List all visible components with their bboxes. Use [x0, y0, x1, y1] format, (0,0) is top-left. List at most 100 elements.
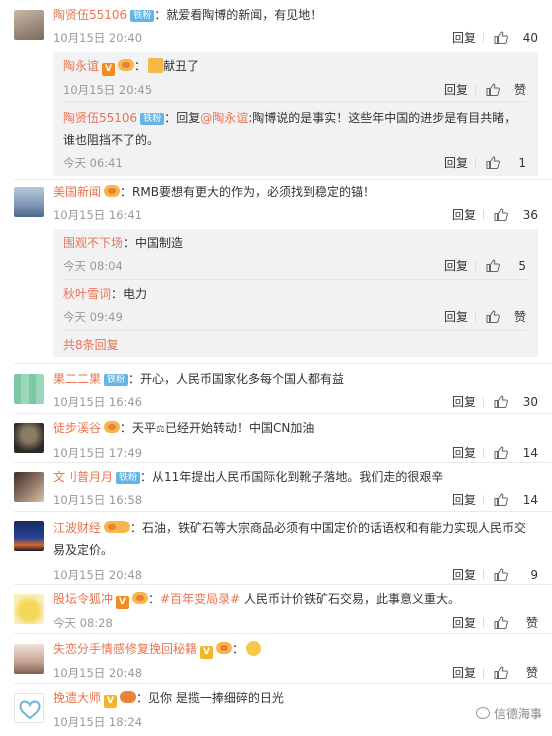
- comment-item: 陶贤伍55106 铁粉 ：就爱看陶博的新闻，有见地！ 10月15日 20:40 回复…: [0, 6, 552, 46]
- reply-username[interactable]: 陶贤伍55106: [63, 111, 137, 125]
- like-button[interactable]: 9: [488, 565, 538, 585]
- avatar[interactable]: [14, 187, 44, 217]
- reply-item: 秋叶雪词：电力 今天 09:49 回复 赞: [63, 285, 526, 327]
- crown-badge-icon: [216, 642, 233, 654]
- emoji-icon: [148, 58, 164, 73]
- reply-button[interactable]: 回复: [444, 153, 468, 173]
- thumbs-up-icon: [494, 568, 508, 581]
- smile-emoji-icon: [246, 641, 262, 656]
- more-replies-link[interactable]: 共8条回复: [63, 336, 119, 353]
- comment-username[interactable]: 文刂普月月: [53, 470, 113, 484]
- mention-link[interactable]: @陶永谊: [200, 111, 248, 125]
- reply-button[interactable]: 回复: [444, 256, 468, 276]
- comment-username[interactable]: 挽遗大师: [53, 691, 101, 705]
- comment-text: 从11年提出人民币国际化到靴子落地。我们走的很艰辛: [152, 470, 444, 484]
- like-label: 赞: [513, 83, 526, 97]
- thumbs-up-icon: [494, 493, 508, 506]
- like-button[interactable]: 40: [488, 28, 538, 48]
- crown-badge-icon: [120, 691, 137, 703]
- reply-time: 今天 06:41: [63, 156, 123, 170]
- avatar[interactable]: [14, 472, 44, 502]
- avatar[interactable]: [14, 693, 44, 723]
- reply-time: 今天 09:49: [63, 310, 123, 324]
- comment-item: 徒步溪谷 ：天平⚖已经开始转动！中国CN加油 10月15日 17:49 回复 14: [0, 419, 552, 460]
- comment-text: 见你 是揽一捧细碎的日光: [148, 691, 284, 705]
- wechat-icon: [475, 707, 490, 719]
- like-button[interactable]: 1: [480, 153, 526, 173]
- like-button[interactable]: 14: [488, 490, 538, 510]
- comment-time: 10月15日 16:46: [53, 395, 143, 409]
- comment-username[interactable]: 失恋分手情感修复挽回秘籍: [53, 642, 197, 656]
- thumbs-up-icon: [486, 156, 500, 169]
- comment-text: RMB要想有更大的作为，必须找到稳定的锚！: [132, 185, 375, 199]
- avatar[interactable]: [14, 644, 44, 674]
- like-label: 赞: [525, 666, 538, 680]
- like-count: 36: [522, 208, 538, 222]
- like-button[interactable]: 赞: [488, 663, 538, 683]
- reply-time: 10月15日 20:45: [63, 83, 153, 97]
- reply-button[interactable]: 回复: [452, 565, 476, 585]
- like-button[interactable]: 14: [488, 443, 538, 463]
- wechat-watermark: 信德海事: [475, 705, 542, 722]
- avatar[interactable]: [14, 521, 44, 551]
- comment-item: 美国新闻 ：RMB要想有更大的作为，必须找到稳定的锚！ 10月15日 16:41 …: [0, 183, 552, 223]
- like-button[interactable]: 赞: [480, 80, 526, 100]
- heart-logo-icon: [19, 700, 41, 720]
- fans-badge: 铁粉: [116, 472, 141, 484]
- comment-item: 文刂普月月 铁粉 ：从11年提出人民币国际化到靴子落地。我们走的很艰辛 10月15日…: [0, 468, 552, 508]
- like-button[interactable]: 赞: [488, 613, 538, 633]
- comment-time: 10月15日 17:49: [53, 446, 143, 460]
- reply-button[interactable]: 回复: [452, 663, 476, 683]
- thumbs-up-icon: [494, 446, 508, 459]
- like-label: 赞: [525, 616, 538, 630]
- thumbs-up-icon: [494, 395, 508, 408]
- reply-username[interactable]: 围观不下场: [63, 236, 123, 250]
- like-button[interactable]: 36: [488, 205, 538, 225]
- reply-text: 电力: [123, 287, 148, 301]
- avatar[interactable]: [14, 423, 44, 453]
- hashtag-link[interactable]: #百年变局录#: [160, 592, 240, 606]
- reply-button[interactable]: 回复: [452, 443, 476, 463]
- crown-badge-icon: [132, 592, 149, 604]
- comment-item: 失恋分手情感修复挽回秘籍 V： 10月15日 20:48 回复 赞: [0, 640, 552, 680]
- comment-username[interactable]: 陶贤伍55106: [53, 8, 127, 22]
- avatar[interactable]: [14, 374, 44, 404]
- comment-time: 今天 08:28: [53, 616, 113, 630]
- avatar[interactable]: [14, 594, 44, 624]
- comment-time: 10月15日 20:40: [53, 31, 143, 45]
- comment-time: 10月15日 20:48: [53, 568, 143, 582]
- crown-badge-icon: [104, 521, 131, 533]
- like-count: 14: [522, 446, 538, 460]
- reply-button[interactable]: 回复: [444, 80, 468, 100]
- comment-username[interactable]: 江波财经: [53, 521, 101, 535]
- like-count: 40: [522, 31, 538, 45]
- verified-icon: V: [200, 646, 214, 659]
- reply-button[interactable]: 回复: [452, 28, 476, 48]
- comment-text: 天平: [132, 421, 157, 435]
- reply-button[interactable]: 回复: [444, 307, 468, 327]
- comment-username[interactable]: 徒步溪谷: [53, 421, 101, 435]
- like-button[interactable]: 30: [488, 392, 538, 412]
- thumbs-up-icon: [486, 310, 500, 323]
- comment-text: 就爱看陶博的新闻，有见地！: [166, 8, 323, 22]
- like-button[interactable]: 5: [480, 256, 526, 276]
- avatar[interactable]: [14, 10, 44, 40]
- reply-button[interactable]: 回复: [452, 205, 476, 225]
- fans-badge: 铁粉: [104, 374, 129, 386]
- reply-item: 陶贤伍55106 铁粉 ：回复@陶永谊:陶博说的是事实！这些年中国的进步是有目共睹，…: [63, 107, 526, 173]
- verified-icon: V: [104, 695, 118, 708]
- crown-badge-icon: [104, 421, 121, 433]
- reply-button[interactable]: 回复: [452, 490, 476, 510]
- like-button[interactable]: 赞: [480, 307, 526, 327]
- reply-button[interactable]: 回复: [452, 613, 476, 633]
- reply-button[interactable]: 回复: [452, 392, 476, 412]
- reply-username[interactable]: 陶永谊: [63, 59, 99, 73]
- thumbs-up-icon: [486, 259, 500, 272]
- comment-item: 股坛令狐冲 V ：#百年变局录# 人民币计价铁矿石交易，此事意义重大。 今天 08:…: [0, 590, 552, 630]
- comment-username[interactable]: 果二二果: [53, 372, 101, 386]
- comment-username[interactable]: 美国新闻: [53, 185, 101, 199]
- thumbs-up-icon: [494, 666, 508, 679]
- like-count: 5: [518, 259, 526, 273]
- reply-username[interactable]: 秋叶雪词: [63, 287, 111, 301]
- comment-username[interactable]: 股坛令狐冲: [53, 592, 113, 606]
